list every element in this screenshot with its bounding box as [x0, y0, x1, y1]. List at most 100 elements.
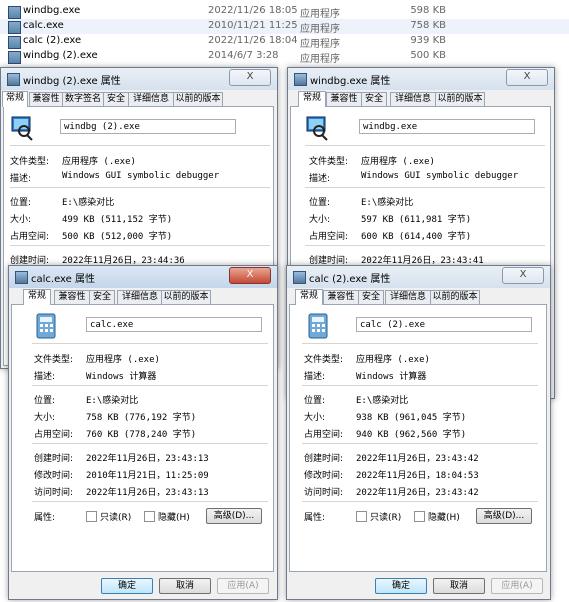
modified-label: 修改时间: [34, 471, 74, 481]
size-value: 938 KB (961,045 字节) [356, 413, 467, 423]
file-type-label: 文件类型: [304, 355, 344, 365]
readonly-label: 只读(R) [370, 513, 402, 523]
file-type-value: 应用程序 (.exe) [361, 157, 435, 167]
advanced-button[interactable]: 高级(D)... [476, 508, 532, 524]
created-value: 2022年11月26日，23:43:13 [86, 454, 209, 464]
readonly-checkbox[interactable] [356, 511, 367, 522]
tab-strip: 常规 兼容性 数字签名 安全 详细信息 以前的版本 [1, 91, 277, 107]
title-bar: windbg.exe 属性 X [288, 68, 554, 90]
divider [10, 245, 270, 246]
divider [302, 443, 538, 444]
hidden-label: 隐藏(H) [158, 513, 190, 523]
ok-button[interactable]: 确定 [101, 578, 153, 594]
application-icon [15, 271, 28, 284]
size-on-disk-label: 占用空间: [10, 232, 50, 242]
tab-previous-versions[interactable]: 以前的版本 [435, 92, 485, 106]
properties-dialog-calc-2: calc (2).exe 属性 X 常规 兼容性 安全 详细信息 以前的版本 c… [286, 265, 551, 600]
file-name-field[interactable]: windbg (2).exe [60, 119, 236, 134]
divider [32, 501, 268, 502]
tab-digital-signatures[interactable]: 数字签名 [62, 92, 104, 106]
file-date: 2010/11/21 11:25 [208, 20, 298, 31]
tab-security[interactable]: 安全 [361, 92, 387, 106]
close-button[interactable]: X [229, 69, 271, 86]
file-row-calc-2[interactable]: calc (2).exe 2022/11/26 18:04 应用程序 939 K… [0, 34, 569, 50]
general-panel: calc.exe 文件类型: 应用程序 (.exe) 描述: Windows 计… [11, 304, 274, 572]
tab-details[interactable]: 详细信息 [117, 290, 163, 304]
size-on-disk-value: 500 KB (512,000 字节) [62, 232, 173, 242]
application-icon [7, 73, 20, 86]
description-label: 描述: [309, 174, 331, 184]
file-type-label: 文件类型: [34, 355, 74, 365]
advanced-button[interactable]: 高级(D)... [206, 508, 262, 524]
file-size: 939 KB [410, 35, 446, 46]
calculator-icon [308, 313, 328, 339]
tab-general[interactable]: 常规 [298, 91, 326, 107]
apply-button[interactable]: 应用(A) [217, 578, 269, 594]
tab-compatibility[interactable]: 兼容性 [326, 92, 362, 106]
hidden-checkbox[interactable] [144, 511, 155, 522]
ok-button[interactable]: 确定 [375, 578, 427, 594]
tab-previous-versions[interactable]: 以前的版本 [173, 92, 223, 106]
modified-label: 修改时间: [304, 471, 344, 481]
title-bar: windbg (2).exe 属性 X [1, 68, 277, 90]
location-label: 位置: [10, 198, 32, 208]
file-name-field[interactable]: windbg.exe [359, 119, 535, 134]
cancel-button[interactable]: 取消 [159, 578, 211, 594]
close-button[interactable]: X [229, 267, 271, 284]
tab-details[interactable]: 详细信息 [385, 290, 431, 304]
file-name-field[interactable]: calc.exe [86, 317, 262, 332]
description-label: 描述: [304, 372, 326, 382]
file-row-calc[interactable]: calc.exe 2010/11/21 11:25 应用程序 758 KB [0, 19, 569, 35]
dialog-title: calc.exe 属性 [31, 274, 95, 285]
hidden-checkbox[interactable] [414, 511, 425, 522]
size-label: 大小: [10, 215, 32, 225]
tab-security[interactable]: 安全 [103, 92, 129, 106]
file-type: 应用程序 [300, 24, 340, 35]
tab-compatibility[interactable]: 兼容性 [323, 290, 359, 304]
debugger-icon [306, 116, 328, 141]
tab-general[interactable]: 常规 [295, 289, 323, 305]
application-icon [8, 51, 21, 64]
accessed-value: 2022年11月26日，23:43:42 [356, 488, 479, 498]
tab-security[interactable]: 安全 [89, 290, 115, 304]
modified-value: 2022年11月26日，18:04:53 [356, 471, 479, 481]
cancel-button[interactable]: 取消 [433, 578, 485, 594]
file-type: 应用程序 [300, 54, 340, 65]
size-label: 大小: [304, 413, 326, 423]
attributes-label: 属性: [304, 513, 326, 523]
tab-previous-versions[interactable]: 以前的版本 [161, 290, 211, 304]
file-size: 598 KB [410, 5, 446, 16]
title-bar: calc (2).exe 属性 X [287, 266, 550, 288]
divider [32, 443, 268, 444]
tab-details[interactable]: 详细信息 [128, 92, 174, 106]
tab-compatibility[interactable]: 兼容性 [29, 92, 63, 106]
tab-security[interactable]: 安全 [358, 290, 384, 304]
file-name: windbg.exe [23, 5, 81, 16]
dialog-title: windbg (2).exe 属性 [23, 76, 121, 87]
tab-general[interactable]: 常规 [23, 289, 51, 305]
close-button[interactable]: X [502, 267, 544, 284]
file-row-windbg-2[interactable]: windbg (2).exe 2014/6/7 3:28 应用程序 500 KB [0, 49, 569, 65]
location-value: E:\感染对比 [86, 396, 139, 406]
created-label: 创建时间: [34, 454, 74, 464]
readonly-checkbox[interactable] [86, 511, 97, 522]
created-label: 创建时间: [304, 454, 344, 464]
accessed-value: 2022年11月26日，23:43:13 [86, 488, 209, 498]
file-type: 应用程序 [300, 39, 340, 50]
close-button[interactable]: X [506, 69, 548, 86]
tab-compatibility[interactable]: 兼容性 [54, 290, 90, 304]
hidden-label: 隐藏(H) [428, 513, 460, 523]
file-name-field[interactable]: calc (2).exe [356, 317, 532, 332]
file-row-windbg[interactable]: windbg.exe 2022/11/26 18:05 应用程序 598 KB [0, 4, 569, 20]
size-on-disk-label: 占用空间: [34, 430, 74, 440]
tab-details[interactable]: 详细信息 [390, 92, 436, 106]
tab-strip: 常规 兼容性 安全 详细信息 以前的版本 [287, 289, 550, 305]
application-icon [294, 73, 307, 86]
description-value: Windows GUI symbolic debugger [361, 171, 519, 181]
readonly-label: 只读(R) [100, 513, 132, 523]
apply-button[interactable]: 应用(A) [491, 578, 543, 594]
properties-dialog-calc: calc.exe 属性 X 常规 兼容性 安全 详细信息 以前的版本 calc.… [8, 265, 278, 600]
tab-general[interactable]: 常规 [2, 91, 28, 107]
tab-previous-versions[interactable]: 以前的版本 [430, 290, 480, 304]
location-value: E:\感染对比 [361, 198, 414, 208]
